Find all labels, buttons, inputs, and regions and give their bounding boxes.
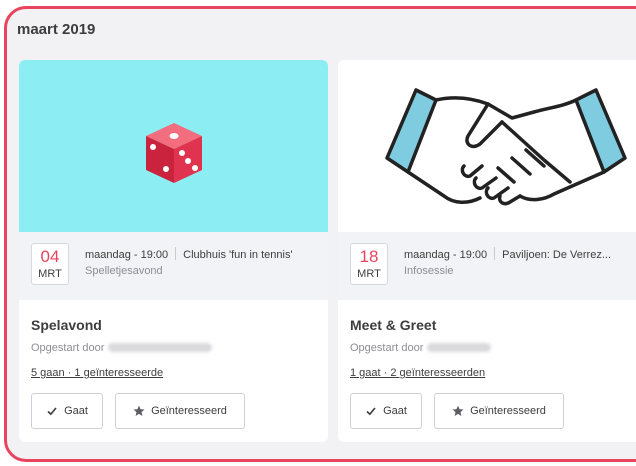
date-day: 18 <box>359 247 379 266</box>
organizer-name-blurred <box>427 343 492 352</box>
month-panel: maart 2019 04 MRT maandag - 19:00 Clubhu… <box>4 6 636 462</box>
event-info: 04 MRT maandag - 19:00 Clubhuis 'fun in t… <box>19 232 328 300</box>
handshake-icon <box>385 88 627 206</box>
event-meta: maandag - 19:00 Paviljoen: De Verrez... <box>404 247 611 261</box>
event-title[interactable]: Meet & Greet <box>350 317 436 333</box>
interested-label: Geïnteresseerd <box>151 405 227 417</box>
checkmark-icon <box>47 407 57 416</box>
checkmark-icon <box>366 407 376 416</box>
attendance-link[interactable]: 5 gaan · 1 geïnteresseerde <box>31 367 163 379</box>
organizer-name-blurred <box>108 343 213 352</box>
going-button[interactable]: Gaat <box>350 393 422 429</box>
started-by: Opgestart door <box>350 342 492 354</box>
event-card[interactable]: 04 MRT maandag - 19:00 Clubhuis 'fun in t… <box>19 60 328 442</box>
date-badge: 18 MRT <box>350 243 388 285</box>
meta-divider <box>175 247 177 260</box>
interested-button[interactable]: Geïnteresseerd <box>115 393 245 429</box>
attendance-link[interactable]: 1 gaat · 2 geïnteresseerden <box>350 367 485 379</box>
started-by: Opgestart door <box>31 342 213 354</box>
interested-button[interactable]: Geïnteresseerd <box>434 393 564 429</box>
event-info: 18 MRT maandag - 19:00 Paviljoen: De Verr… <box>338 232 636 300</box>
event-card[interactable]: 18 MRT maandag - 19:00 Paviljoen: De Verr… <box>338 60 636 442</box>
event-image[interactable] <box>19 60 328 232</box>
event-image[interactable] <box>338 60 636 232</box>
going-label: Gaat <box>64 405 88 417</box>
event-category: Spelletjesavond <box>85 265 163 277</box>
started-by-label: Opgestart door <box>350 342 424 354</box>
dice-icon <box>146 123 202 183</box>
date-month: MRT <box>38 268 62 280</box>
event-location: Paviljoen: De Verrez... <box>502 249 612 261</box>
meta-divider <box>494 247 496 260</box>
interested-label: Geïnteresseerd <box>470 405 546 417</box>
star-icon <box>133 405 145 416</box>
started-by-label: Opgestart door <box>31 342 105 354</box>
going-button[interactable]: Gaat <box>31 393 103 429</box>
date-day: 04 <box>40 247 60 266</box>
event-category: Infosessie <box>404 265 454 277</box>
event-title[interactable]: Spelavond <box>31 317 102 333</box>
star-icon <box>452 405 464 416</box>
month-heading: maart 2019 <box>17 21 96 38</box>
event-meta: maandag - 19:00 Clubhuis 'fun in tennis' <box>85 247 293 261</box>
date-month: MRT <box>357 268 381 280</box>
date-badge: 04 MRT <box>31 243 69 285</box>
event-datetime: maandag - 19:00 <box>85 249 169 261</box>
going-label: Gaat <box>383 405 407 417</box>
event-location: Clubhuis 'fun in tennis' <box>183 249 293 261</box>
event-datetime: maandag - 19:00 <box>404 249 488 261</box>
